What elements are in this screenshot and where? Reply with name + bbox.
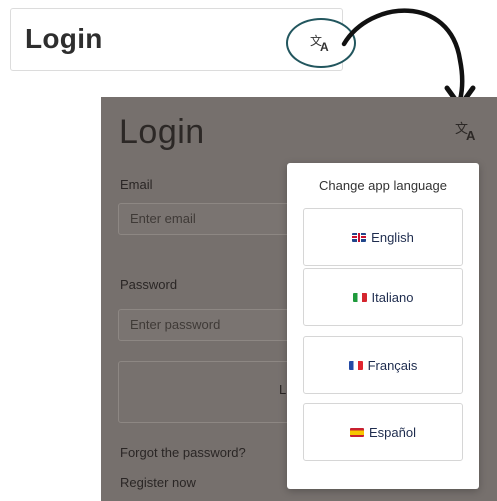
login-button-label: L [279, 382, 287, 397]
language-label: English [371, 229, 414, 245]
translate-button[interactable]: 文 A [450, 116, 484, 146]
italy-flag-icon [352, 292, 367, 302]
language-option-espanol[interactable]: Español [303, 403, 463, 461]
language-option-francais[interactable]: Français [303, 336, 463, 394]
forgot-password-link[interactable]: Forgot the password? [120, 445, 246, 460]
language-option-english[interactable]: English [303, 208, 463, 266]
spain-flag-icon [350, 427, 364, 437]
uk-flag-icon [352, 232, 367, 242]
password-label: Password [120, 277, 178, 292]
register-link[interactable]: Register now [120, 475, 196, 490]
page-title: Login [25, 23, 103, 54]
login-screen-dimmed: Login 文 A Email Enter email Password Ent… [101, 97, 497, 501]
svg-text:A: A [320, 40, 329, 53]
svg-text:A: A [466, 128, 476, 142]
language-label: Français [367, 357, 418, 373]
language-popup: Change app language English Italiano Fra… [287, 163, 479, 489]
france-flag-icon [348, 360, 363, 370]
popup-title: Change app language [319, 178, 447, 193]
screen-title: Login [119, 113, 205, 151]
language-option-italiano[interactable]: Italiano [303, 268, 463, 326]
language-label: Español [369, 424, 416, 440]
email-label: Email [120, 177, 153, 192]
translate-icon: 文 A [455, 122, 476, 142]
translate-icon: 文 A [310, 33, 329, 53]
language-label: Italiano [371, 289, 414, 305]
